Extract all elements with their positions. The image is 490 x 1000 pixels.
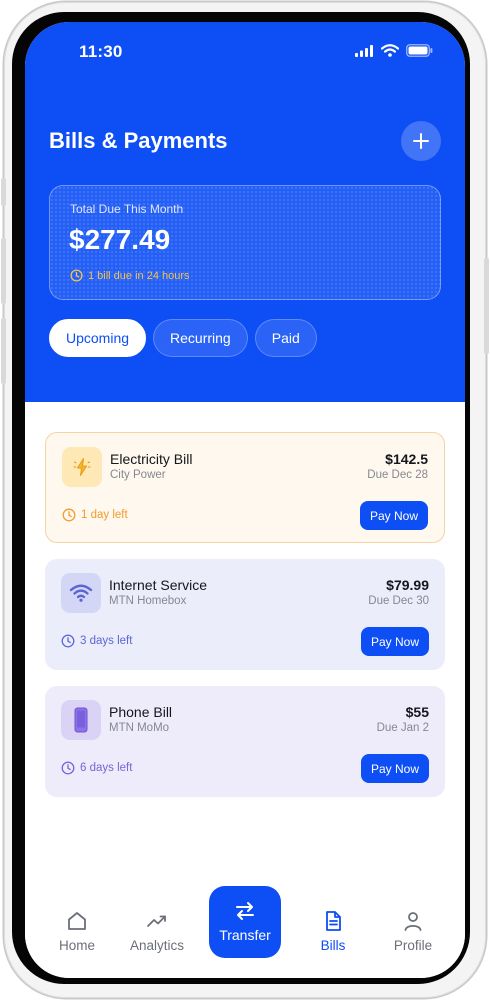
- user-icon: [404, 912, 422, 931]
- total-due-label: Total Due This Month: [70, 202, 184, 216]
- bill-amount: $142.5: [385, 451, 428, 467]
- lightning-icon: [73, 458, 91, 476]
- side-button: [1, 318, 6, 384]
- bill-amount: $55: [405, 704, 429, 720]
- clock-icon: [61, 761, 75, 775]
- bill-icon-box: [61, 700, 101, 740]
- nav-home-label: Home: [58, 938, 95, 953]
- home-icon: [68, 912, 86, 930]
- pay-now-button[interactable]: Pay Now: [361, 627, 429, 656]
- side-button: [1, 178, 6, 206]
- pay-now-button[interactable]: Pay Now: [361, 754, 429, 783]
- add-bill-button[interactable]: [401, 121, 441, 161]
- plus-icon: [413, 133, 429, 149]
- signal-icon: [355, 44, 373, 57]
- nav-analytics[interactable]: Analytics: [122, 910, 192, 953]
- bill-amount: $79.99: [386, 577, 429, 593]
- tab-upcoming[interactable]: Upcoming: [49, 319, 147, 357]
- tab-paid[interactable]: Paid: [254, 319, 317, 357]
- clock-icon: [70, 269, 83, 282]
- bill-days-left: 1 day left: [62, 508, 128, 522]
- bill-provider: City Power: [110, 469, 166, 481]
- days-left-text: 1 day left: [81, 509, 128, 521]
- bill-due-date: Due Dec 30: [368, 595, 429, 607]
- total-due-amount: $277.49: [69, 224, 171, 255]
- bill-days-left: 3 days left: [61, 634, 132, 648]
- total-due-card: Total Due This Month $277.49 1 bill due …: [49, 185, 441, 300]
- wifi-icon: [69, 584, 93, 602]
- due-soon-text: 1 bill due in 24 hours: [88, 269, 190, 282]
- trending-up-icon: [147, 915, 166, 927]
- bill-name: Electricity Bill: [110, 451, 193, 467]
- days-left-text: 3 days left: [80, 635, 133, 647]
- phone-icon: [74, 707, 88, 733]
- screen: 11:30 Bills & Payments Total Due This Mo…: [25, 22, 465, 978]
- bill-days-left: 6 days left: [61, 761, 132, 775]
- nav-bills[interactable]: Bills: [298, 910, 368, 953]
- bill-name: Phone Bill: [109, 704, 173, 720]
- bill-tabs: Upcoming Recurring Paid: [49, 319, 317, 357]
- nav-profile[interactable]: Profile: [378, 910, 448, 953]
- nav-bills-label: Bills: [320, 938, 346, 953]
- document-icon: [326, 911, 341, 931]
- nav-profile-label: Profile: [393, 938, 433, 953]
- bill-icon-box: [61, 573, 101, 613]
- nav-transfer[interactable]: Transfer: [209, 886, 281, 958]
- nav-analytics-label: Analytics: [129, 938, 185, 953]
- bill-provider: MTN MoMo: [109, 722, 170, 734]
- status-time: 11:30: [79, 42, 123, 61]
- bill-due-date: Due Dec 28: [367, 469, 428, 481]
- due-soon-note: 1 bill due in 24 hours: [70, 269, 190, 282]
- pay-now-button[interactable]: Pay Now: [360, 501, 428, 530]
- clock-icon: [61, 634, 75, 648]
- bill-icon-box: [62, 447, 102, 487]
- bottom-nav: Home Analytics Transfer Bills Profile: [25, 882, 465, 978]
- nav-transfer-label: Transfer: [219, 927, 271, 943]
- tab-recurring[interactable]: Recurring: [153, 319, 248, 357]
- nav-home[interactable]: Home: [42, 910, 112, 953]
- status-icons: [355, 44, 433, 57]
- days-left-text: 6 days left: [80, 762, 133, 774]
- bill-provider: MTN Homebox: [109, 595, 187, 607]
- transfer-arrows-icon: [236, 902, 254, 920]
- bill-card-internet[interactable]: Internet Service MTN Homebox $79.99 Due …: [45, 559, 445, 670]
- wifi-status-icon: [381, 44, 399, 57]
- side-button: [484, 258, 489, 354]
- bill-card-phone[interactable]: Phone Bill MTN MoMo $55 Due Jan 2 6 days…: [45, 686, 445, 797]
- bill-card-electricity[interactable]: Electricity Bill City Power $142.5 Due D…: [45, 432, 445, 543]
- page-title: Bills & Payments: [49, 128, 228, 153]
- bill-due-date: Due Jan 2: [376, 722, 429, 734]
- battery-icon: [406, 44, 433, 57]
- clock-icon: [62, 508, 76, 522]
- side-button: [1, 238, 6, 304]
- bill-name: Internet Service: [109, 577, 208, 593]
